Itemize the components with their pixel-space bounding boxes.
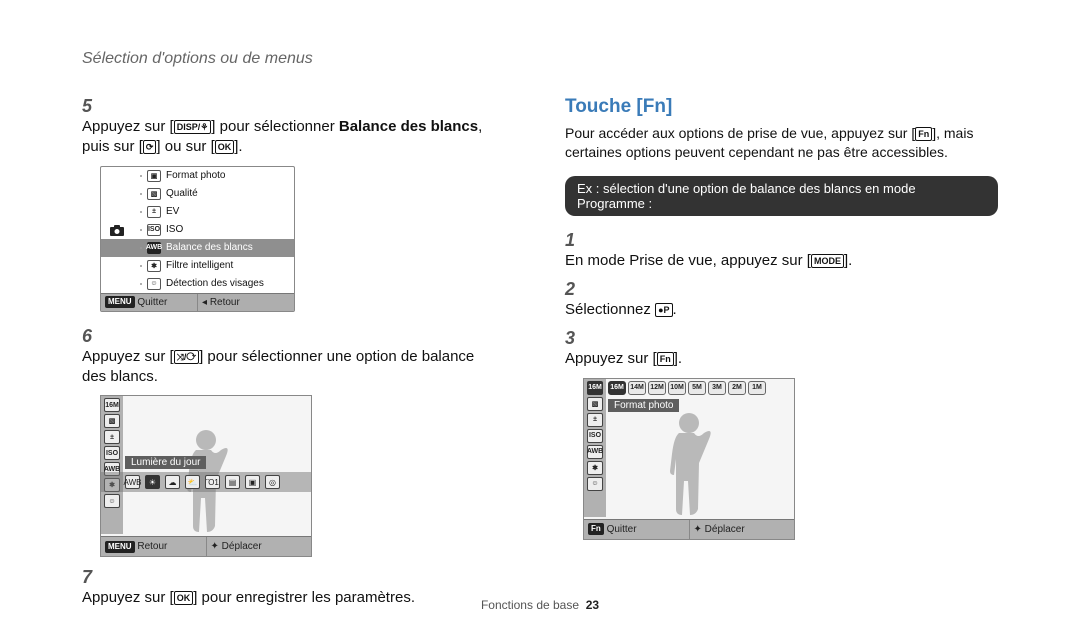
- format-chip: 2M: [728, 381, 746, 395]
- bullet-icon: [140, 193, 142, 195]
- side-icon: ▧: [587, 397, 603, 411]
- side-icon: ISO: [104, 446, 120, 460]
- mode-icon: MODE: [811, 254, 844, 268]
- menu-quit-label: Quitter: [137, 297, 167, 308]
- menu-item-label: Format photo: [166, 170, 225, 181]
- format-chip: 12M: [648, 381, 666, 395]
- step-6: 6 Appuyez sur [⤨/⟳] pour sélectionner un…: [82, 326, 515, 388]
- wb-mode-label: Lumière du jour: [125, 456, 206, 469]
- timer-icon: ⟳: [143, 140, 157, 154]
- fn-key-icon: Fn: [588, 523, 604, 535]
- liveview-move-label: Déplacer: [705, 524, 745, 535]
- bullet-icon: [140, 175, 142, 177]
- format-chip: 10M: [668, 381, 686, 395]
- step-text: Appuyez sur [Fn].: [565, 349, 974, 369]
- menu-item-icon: ☺: [147, 278, 161, 290]
- side-icon: ✱: [587, 461, 603, 475]
- liveview-move-label: Déplacer: [222, 541, 262, 552]
- menu-item-icon: ISO: [147, 224, 161, 236]
- side-icon: ±: [587, 413, 603, 427]
- menu-item-label: Qualité: [166, 188, 198, 199]
- menu-item-icon: ✱: [147, 260, 161, 272]
- step-number: 2: [565, 279, 585, 300]
- wb-option-icon: ◎: [265, 475, 280, 489]
- menu-item-label: Balance des blancs: [166, 242, 253, 253]
- side-icon: ISO: [587, 429, 603, 443]
- format-chip: 5M: [688, 381, 706, 395]
- wb-option-icon: ▤: [225, 475, 240, 489]
- fn-icon: Fn: [657, 352, 674, 366]
- side-icon: 16M: [587, 381, 603, 395]
- page-footer: Fonctions de base 23: [0, 598, 1080, 612]
- side-icon: AWB: [587, 445, 603, 459]
- menu-item-icon: AWB: [147, 242, 161, 254]
- step-number: 6: [82, 326, 102, 347]
- menu-item-icon: ▣: [147, 170, 161, 182]
- side-icon: ▧: [104, 414, 120, 428]
- wb-option-icon: AWB: [125, 475, 140, 489]
- format-chip: 3M: [708, 381, 726, 395]
- menu-item-label: Filtre intelligent: [166, 260, 233, 271]
- program-mode-icon: ●P: [655, 303, 672, 317]
- wb-option-icon: ☀: [145, 475, 160, 489]
- menu-key-icon: MENU: [105, 296, 135, 308]
- format-chip: 1M: [748, 381, 766, 395]
- disp-flower-icon: DISP/⚘: [174, 120, 212, 134]
- step-number: 5: [82, 96, 102, 117]
- step-text: En mode Prise de vue, appuyez sur [MODE]…: [565, 251, 974, 271]
- side-icon: ±: [104, 430, 120, 444]
- step-3: 3 Appuyez sur [Fn].: [565, 328, 998, 369]
- menu-key-icon: MENU: [105, 541, 135, 553]
- format-chip: 14M: [628, 381, 646, 395]
- back-arrow-icon: ◂: [202, 297, 207, 308]
- side-icon: ☺: [104, 494, 120, 508]
- wb-option-icon: ▣: [245, 475, 260, 489]
- camera-liveview-format: 16M▧±ISOAWB✱☺ 16M14M12M10M5M3M2M1M Forma…: [583, 378, 795, 540]
- menu-back-label: Retour: [210, 297, 240, 308]
- menu-item-icon: ▧: [147, 188, 161, 200]
- wb-option-icon: Ὂ1: [205, 475, 220, 489]
- page-header: Sélection d'options ou de menus: [82, 50, 998, 68]
- step-number: 1: [565, 230, 585, 251]
- format-chip: 16M: [608, 381, 626, 395]
- menu-item-icon: ±: [147, 206, 161, 218]
- move-icon: ✦: [211, 541, 219, 552]
- move-icon: ✦: [694, 524, 702, 535]
- wb-option-icon: ☁: [165, 475, 180, 489]
- fn-icon: Fn: [915, 127, 932, 141]
- camera-menu-screenshot: ▣ Format photo ▧ Qualité ± EV ISO ISO AWB Balance…: [100, 166, 295, 312]
- step-text: Appuyez sur [DISP/⚘] pour sélectionner B…: [82, 117, 491, 158]
- step-5: 5 Appuyez sur [DISP/⚘] pour sélectionner…: [82, 96, 515, 158]
- menu-item-label: ISO: [166, 224, 183, 235]
- camera-liveview-wb: 16M▧±ISOAWB✱☺ Lumière du jour AWB☀☁⛅Ὂ1▤▣…: [100, 395, 312, 557]
- menu-item-label: EV: [166, 206, 179, 217]
- bullet-icon: [140, 229, 142, 231]
- liveview-back-label: Retour: [137, 541, 167, 552]
- menu-camera-icon: [101, 167, 133, 293]
- menu-item-label: Détection des visages: [166, 278, 264, 289]
- side-icon: ☺: [587, 477, 603, 491]
- bullet-icon: [140, 247, 142, 249]
- liveview-quit-label: Quitter: [607, 524, 637, 535]
- subject-silhouette: [654, 409, 724, 519]
- section-desc: Pour accéder aux options de prise de vue…: [565, 124, 998, 162]
- step-number: 7: [82, 567, 102, 588]
- step-2: 2 Sélectionnez ●P.: [565, 279, 998, 320]
- flash-timer-icon: ⤨/⟳: [174, 350, 199, 364]
- step-text: Appuyez sur [⤨/⟳] pour sélectionner une …: [82, 347, 491, 388]
- side-icon: 16M: [104, 398, 120, 412]
- step-text: Sélectionnez ●P.: [565, 300, 974, 320]
- bullet-icon: [140, 265, 142, 267]
- step-number: 3: [565, 328, 585, 349]
- wb-option-icon: ⛅: [185, 475, 200, 489]
- section-title-fn: Touche [Fn]: [565, 96, 998, 118]
- bullet-icon: [140, 283, 142, 285]
- step-1: 1 En mode Prise de vue, appuyez sur [MOD…: [565, 230, 998, 271]
- ok-icon: OK: [215, 140, 235, 154]
- example-banner: Ex : sélection d'une option de balance d…: [565, 176, 998, 216]
- bullet-icon: [140, 211, 142, 213]
